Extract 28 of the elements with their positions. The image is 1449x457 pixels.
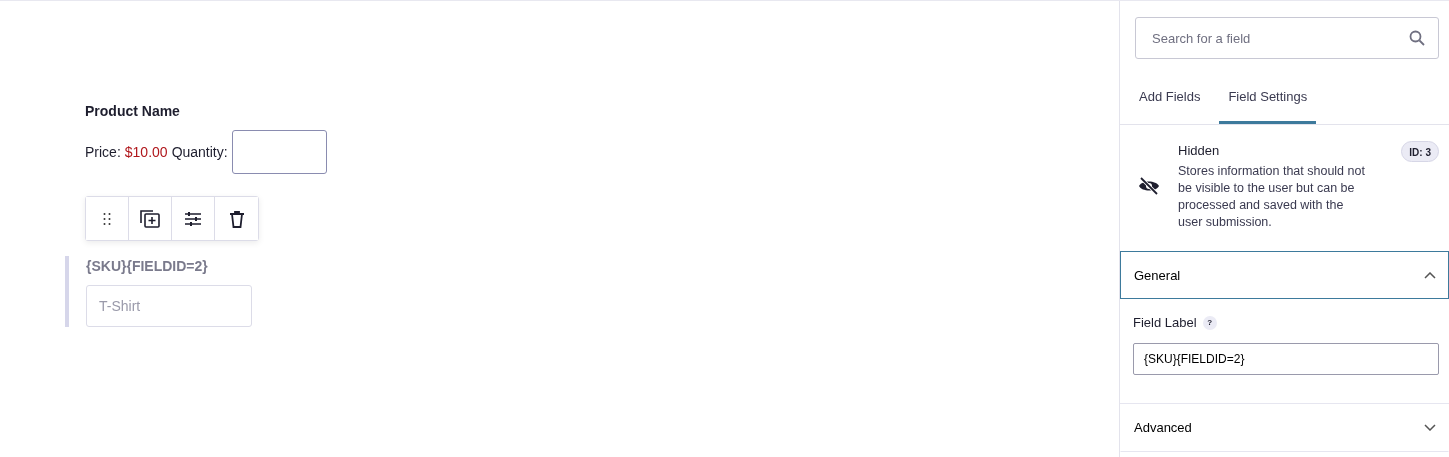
help-icon[interactable]: ? <box>1202 316 1217 330</box>
tab[interactable]: Field Settings <box>1219 81 1317 124</box>
field-label-input[interactable]: {SKU}{FIELDID=2} <box>1133 342 1439 375</box>
drag-handle-icon <box>103 211 111 226</box>
settings-button[interactable] <box>172 197 215 240</box>
eye-slash-icon <box>1138 176 1160 195</box>
tab[interactable]: Add Fields <box>1130 81 1210 124</box>
chevron-up-icon <box>1424 271 1436 279</box>
duplicate-icon <box>139 208 161 229</box>
delete-button[interactable] <box>215 197 258 240</box>
sliders-icon <box>184 210 202 227</box>
price-label: Price: <box>85 142 121 162</box>
field-label: {SKU}{FIELDID=2} <box>86 257 209 276</box>
id-badge: ID: 3 <box>1401 140 1439 162</box>
section-header[interactable]: General <box>1120 251 1449 300</box>
field-description: Stores information that should not be visible to the user but can be processed and saved with the user submission. <box>1178 163 1366 232</box>
field-type-title: Hidden <box>1178 141 1221 160</box>
chevron-down-icon <box>1424 424 1436 432</box>
product-name: Product Name <box>85 102 181 121</box>
search-field[interactable]: Search for a field <box>1135 17 1439 59</box>
quantity-label: Quantity: <box>171 142 228 162</box>
text-field[interactable]: T-Shirt <box>86 285 252 327</box>
quantity-field[interactable] <box>231 130 327 174</box>
search-icon <box>1409 30 1425 46</box>
trash-icon <box>228 209 245 228</box>
duplicate-button[interactable] <box>129 197 172 240</box>
price-value: $10.00 <box>124 142 168 162</box>
field-label: Field Label <box>1133 314 1197 333</box>
